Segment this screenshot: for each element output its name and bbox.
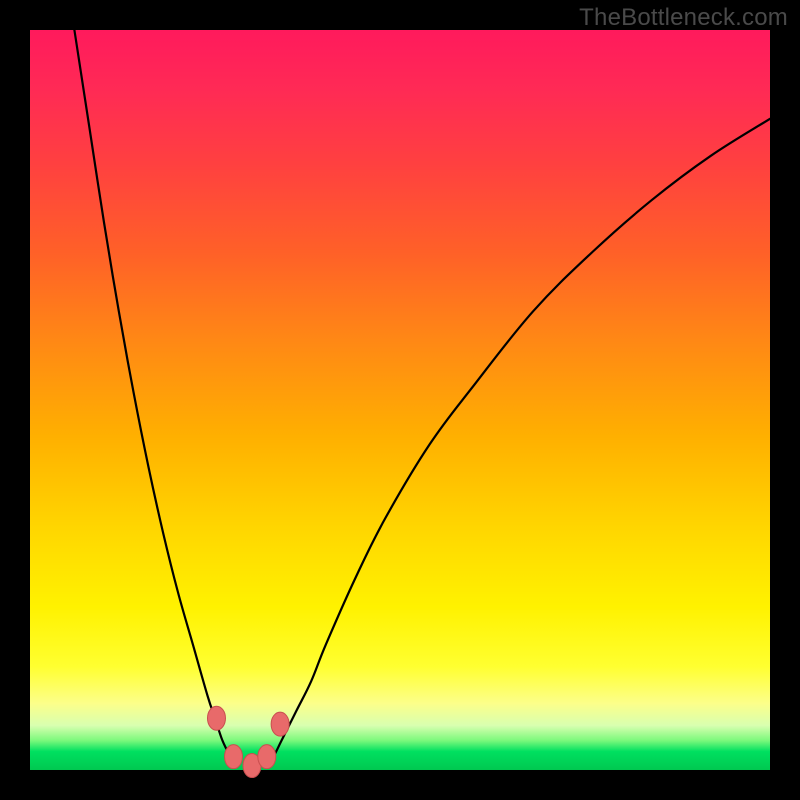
- marker-1: [225, 745, 243, 769]
- watermark-text: TheBottleneck.com: [579, 4, 788, 32]
- chart-frame: TheBottleneck.com: [0, 0, 800, 800]
- chart-svg: [30, 30, 770, 770]
- curve-group: [74, 30, 770, 766]
- curve-right-branch: [267, 119, 770, 767]
- curve-left-branch: [74, 30, 237, 766]
- marker-3: [258, 745, 276, 769]
- plot-area: [30, 30, 770, 770]
- marker-0: [207, 706, 225, 730]
- markers-group: [207, 706, 289, 777]
- marker-4: [271, 712, 289, 736]
